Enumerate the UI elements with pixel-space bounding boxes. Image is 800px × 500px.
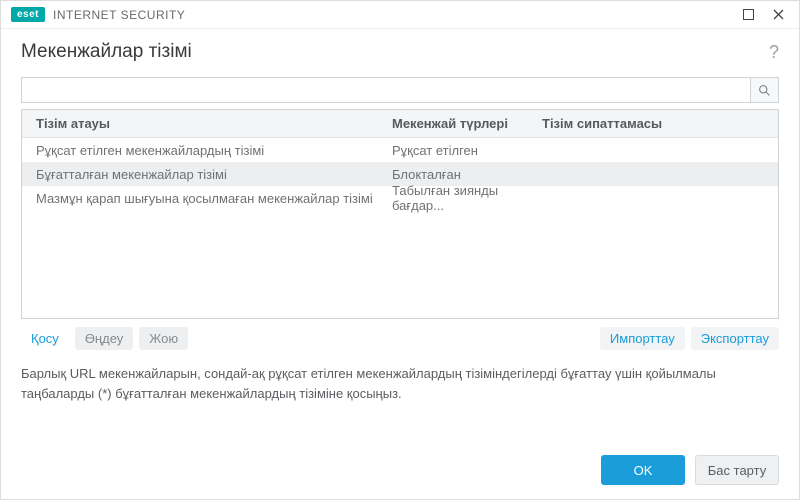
brand-badge: eset — [11, 7, 45, 22]
search-input[interactable] — [22, 78, 750, 102]
edit-button[interactable]: Өңдеу — [75, 327, 133, 350]
cell-name: Рұқсат етілген мекенжайлардың тізімі — [22, 143, 392, 158]
action-row: Қосу Өңдеу Жою Импорттау Экспорттау — [21, 327, 779, 350]
square-icon — [743, 9, 754, 20]
dialog-footer: OK Бас тарту — [21, 441, 779, 485]
page-title: Мекенжайлар тізімі — [21, 41, 192, 63]
search-button[interactable] — [750, 78, 778, 102]
delete-button[interactable]: Жою — [139, 327, 188, 350]
import-button[interactable]: Импорттау — [600, 327, 685, 350]
col-header-desc[interactable]: Тізім сипаттамасы — [542, 116, 778, 131]
cell-types: Табылған зиянды бағдар... — [392, 183, 542, 213]
cancel-button[interactable]: Бас тарту — [695, 455, 779, 485]
content-area: Мекенжайлар тізімі ? Тізім атауы Мекенжа… — [1, 29, 799, 499]
cell-name: Мазмұн қарап шығуына қосылмаған мекенжай… — [22, 191, 392, 206]
cell-name: Бұғатталған мекенжайлар тізімі — [22, 167, 392, 182]
table-header: Тізім атауы Мекенжай түрлері Тізім сипат… — [22, 110, 778, 138]
cell-types: Блокталған — [392, 167, 542, 182]
address-list-table: Тізім атауы Мекенжай түрлері Тізім сипат… — [21, 109, 779, 319]
table-row[interactable]: Рұқсат етілген мекенжайлардың тізімі Рұқ… — [22, 138, 778, 162]
search-bar — [21, 77, 779, 103]
search-icon — [758, 84, 771, 97]
close-icon — [773, 9, 784, 20]
window-close-button[interactable] — [763, 3, 793, 27]
titlebar: eset INTERNET SECURITY — [1, 1, 799, 29]
add-button[interactable]: Қосу — [21, 327, 69, 350]
col-header-name[interactable]: Тізім атауы — [22, 116, 392, 131]
hint-text: Барлық URL мекенжайларын, сондай-ақ рұқс… — [21, 364, 779, 403]
ok-button[interactable]: OK — [601, 455, 685, 485]
brand-product: INTERNET SECURITY — [53, 8, 185, 22]
cell-types: Рұқсат етілген — [392, 143, 542, 158]
col-header-types[interactable]: Мекенжай түрлері — [392, 116, 542, 131]
app-window: eset INTERNET SECURITY Мекенжайлар тізім… — [0, 0, 800, 500]
export-button[interactable]: Экспорттау — [691, 327, 779, 350]
window-maximize-button[interactable] — [733, 3, 763, 27]
table-body: Рұқсат етілген мекенжайлардың тізімі Рұқ… — [22, 138, 778, 318]
help-button[interactable]: ? — [769, 42, 779, 63]
table-row[interactable]: Мазмұн қарап шығуына қосылмаған мекенжай… — [22, 186, 778, 210]
